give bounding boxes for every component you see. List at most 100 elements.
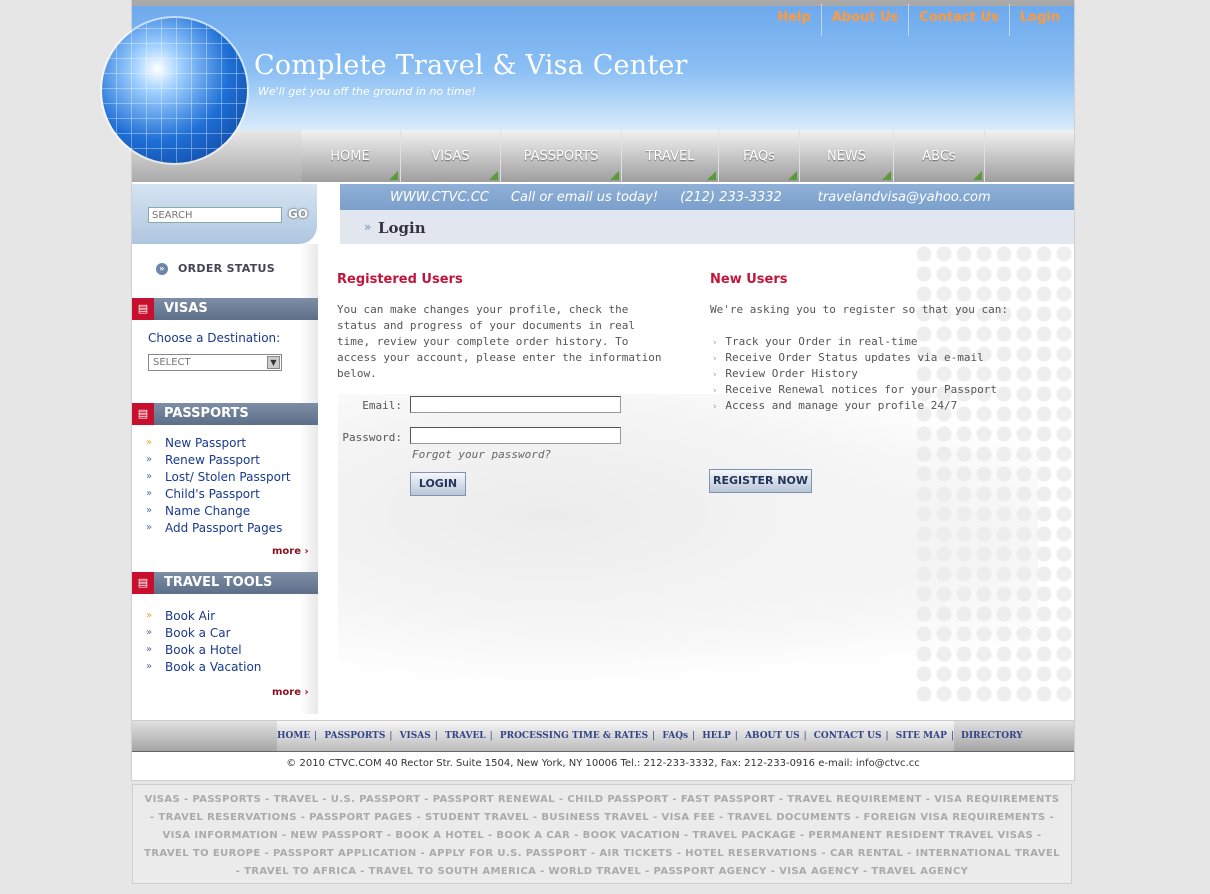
footer-link-faqs[interactable]: FAQs xyxy=(662,731,688,741)
header: Complete Travel & Visa Center We'll get … xyxy=(132,0,1074,130)
main-content: Registered Users You can make changes yo… xyxy=(318,244,1074,720)
choose-destination-label: Choose a Destination: xyxy=(148,331,281,345)
visas-heading: VISAS xyxy=(164,301,208,316)
sidebar: » ORDER STATUS ▤ VISAS Choose a Destinat… xyxy=(132,244,318,714)
passports-more-link[interactable]: more › xyxy=(272,546,309,557)
nav-abcs[interactable]: ABCs xyxy=(894,130,985,182)
destination-select-value: SELECT xyxy=(153,357,191,368)
about-us-link[interactable]: About Us xyxy=(820,4,909,36)
travel-tool-link[interactable]: Book a Vacation xyxy=(165,660,261,674)
password-label: Password: xyxy=(342,431,402,444)
footer-link-visas[interactable]: VISAS xyxy=(400,731,431,741)
double-chevron-icon: » xyxy=(364,220,372,234)
list-item[interactable]: » Book a Vacation xyxy=(146,658,261,675)
travel-tools-heading: TRAVEL TOOLS xyxy=(164,575,273,590)
list-item: › Review Order History xyxy=(712,367,858,380)
nav-passports[interactable]: PASSPORTS xyxy=(501,130,622,182)
footer-link-directory[interactable]: DIRECTORY xyxy=(961,731,1023,741)
new-users-intro: We're asking you to register so that you… xyxy=(710,303,1009,316)
list-item[interactable]: » Book a Car xyxy=(146,624,261,641)
list-item: › Receive Renewal notices for your Passpo… xyxy=(712,383,997,396)
double-arrow-icon: » xyxy=(146,610,153,621)
footer-nav: HOME | PASSPORTS | VISAS | TRAVEL | PROCESSI… xyxy=(132,720,1074,753)
list-item[interactable]: » New Passport xyxy=(146,434,291,451)
double-arrow-icon: » xyxy=(146,488,153,499)
chevron-right-icon: › xyxy=(712,354,718,364)
travel-tool-link[interactable]: Book Air xyxy=(165,609,215,623)
email-label: Email: xyxy=(362,399,402,412)
list-item[interactable]: » Book Air xyxy=(146,607,261,624)
login-button[interactable]: LOGIN xyxy=(410,472,466,496)
list-item: › Access and manage your profile 24/7 xyxy=(712,399,958,412)
list-item[interactable]: » Add Passport Pages xyxy=(146,519,291,536)
nav-home[interactable]: HOME xyxy=(300,130,401,182)
chevron-right-icon: › xyxy=(304,687,309,698)
main-nav: HOME VISAS PASSPORTS TRAVEL FAQs NEWS AB… xyxy=(132,130,1074,182)
footer-link-help[interactable]: HELP xyxy=(702,731,730,741)
register-now-button[interactable]: REGISTER NOW xyxy=(709,469,812,493)
travel-tool-link[interactable]: Book a Car xyxy=(165,626,231,640)
chevron-right-icon: › xyxy=(712,402,718,412)
footer-link-site-map[interactable]: SITE MAP xyxy=(896,731,947,741)
password-field[interactable] xyxy=(410,427,621,444)
footer-left-curve xyxy=(132,721,277,751)
keyword-links[interactable]: VISAS - PASSPORTS - TRAVEL - U.S. PASSPO… xyxy=(132,784,1072,884)
chevron-right-icon: › xyxy=(712,386,718,396)
double-arrow-icon: » xyxy=(146,627,153,638)
help-link[interactable]: Help xyxy=(767,4,820,36)
travel-tools-section-header: ▤ TRAVEL TOOLS xyxy=(132,572,318,594)
document-icon: ▤ xyxy=(132,298,154,320)
footer-link-about-us[interactable]: ABOUT US xyxy=(745,731,800,741)
forgot-password-link[interactable]: Forgot your password? xyxy=(412,448,551,461)
passport-link[interactable]: Child's Passport xyxy=(165,487,260,501)
travel-tools-more-link[interactable]: more › xyxy=(272,687,309,698)
double-arrow-icon: » xyxy=(146,522,153,533)
registered-users-heading: Registered Users xyxy=(337,272,463,287)
email-field[interactable] xyxy=(410,396,621,413)
list-item: › Track your Order in real-time xyxy=(712,335,918,348)
list-item[interactable]: » Book a Hotel xyxy=(146,641,261,658)
document-icon: ▤ xyxy=(132,572,154,594)
search-input[interactable] xyxy=(148,207,282,223)
list-item[interactable]: » Child's Passport xyxy=(146,485,291,502)
passport-link[interactable]: Add Passport Pages xyxy=(165,521,282,535)
double-arrow-icon: » xyxy=(146,454,153,465)
call-to-action: Call or email us today! xyxy=(510,189,659,205)
passports-section-header: ▤ PASSPORTS xyxy=(132,403,318,425)
passport-link[interactable]: Renew Passport xyxy=(165,453,260,467)
footer-link-contact-us[interactable]: CONTACT US xyxy=(814,731,882,741)
list-item[interactable]: » Lost/ Stolen Passport xyxy=(146,468,291,485)
top-links: Help About Us Contact Us Login xyxy=(767,4,1070,36)
passport-link[interactable]: New Passport xyxy=(165,436,246,450)
email-address[interactable]: travelandvisa@yahoo.com xyxy=(818,190,991,205)
list-item[interactable]: » Renew Passport xyxy=(146,451,291,468)
site-tagline: We'll get you off the ground in no time! xyxy=(258,85,476,98)
chevron-right-icon: › xyxy=(304,546,309,557)
passport-link[interactable]: Name Change xyxy=(165,504,250,518)
dropdown-arrow-icon[interactable]: ▼ xyxy=(267,356,280,369)
search-go-button[interactable]: GO xyxy=(288,207,308,221)
footer-link-passports[interactable]: PASSPORTS xyxy=(324,731,385,741)
footer-link-travel[interactable]: TRAVEL xyxy=(445,731,486,741)
login-link[interactable]: Login xyxy=(1008,4,1070,36)
nav-news[interactable]: NEWS xyxy=(800,130,894,182)
travel-tools-links: » Book Air » Book a Car » Book a Hotel » Boo… xyxy=(146,607,261,675)
footer-link-processing[interactable]: PROCESSING TIME & RATES xyxy=(500,731,648,741)
passports-links: » New Passport » Renew Passport » Lost/ Sto… xyxy=(146,434,291,536)
registered-users-text: You can make changes your profile, check… xyxy=(337,303,662,380)
list-item[interactable]: » Name Change xyxy=(146,502,291,519)
double-arrow-icon: » xyxy=(146,471,153,482)
footer-link-home[interactable]: HOME xyxy=(277,731,310,741)
new-users-heading: New Users xyxy=(710,272,788,287)
nav-travel[interactable]: TRAVEL xyxy=(622,130,719,182)
copyright: © 2010 CTVC.COM 40 Rector Str. Suite 150… xyxy=(132,752,1074,776)
passport-link[interactable]: Lost/ Stolen Passport xyxy=(165,470,291,484)
destination-select[interactable]: SELECT ▼ xyxy=(148,354,282,371)
nav-visas[interactable]: VISAS xyxy=(401,130,501,182)
contact-us-link[interactable]: Contact Us xyxy=(908,4,1008,36)
travel-tool-link[interactable]: Book a Hotel xyxy=(165,643,242,657)
nav-faqs[interactable]: FAQs xyxy=(719,130,800,182)
chevron-right-icon: › xyxy=(712,370,718,380)
visas-section-header: ▤ VISAS xyxy=(132,298,318,320)
order-status-link[interactable]: » ORDER STATUS xyxy=(156,262,275,275)
